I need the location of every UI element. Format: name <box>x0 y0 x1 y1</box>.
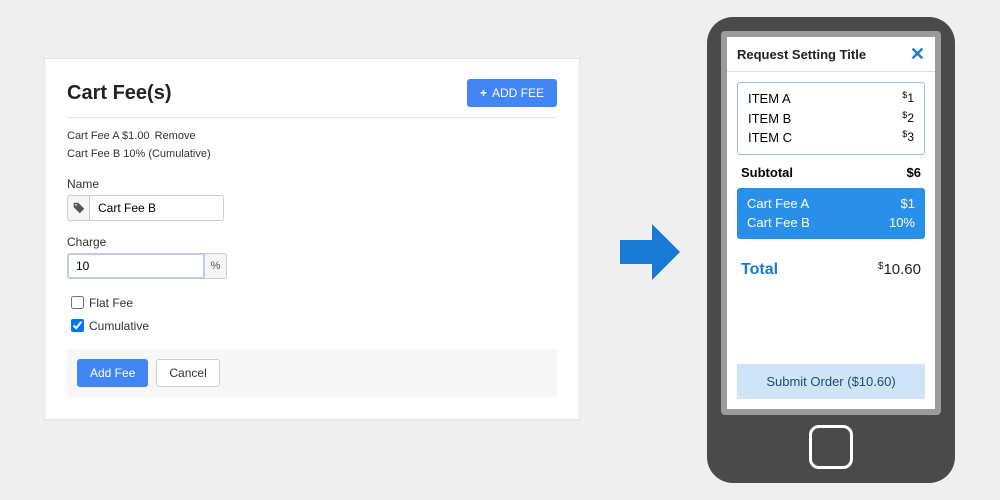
fee-name: Cart Fee B <box>747 213 810 233</box>
phone-screen: Request Setting Title ✕ ITEM A $1 ITEM B… <box>721 31 941 415</box>
fee-list-item: Cart Fee A $1.00 Remove <box>67 128 557 146</box>
phone-frame: Request Setting Title ✕ ITEM A $1 ITEM B… <box>707 17 955 483</box>
fee-list-item: Cart Fee B 10% (Cumulative) <box>67 146 557 164</box>
total-value: $10.60 <box>878 261 921 278</box>
cumulative-checkbox[interactable] <box>71 319 84 332</box>
order-item: ITEM C $3 <box>748 128 914 148</box>
subtotal-label: Subtotal <box>741 165 793 180</box>
items-box: ITEM A $1 ITEM B $2 ITEM C $3 <box>737 82 925 155</box>
percent-addon: % <box>205 253 227 279</box>
arrow-icon <box>620 224 680 280</box>
fee-charge-input[interactable] <box>67 253 205 279</box>
panel-title: Cart Fee(s) <box>67 82 171 105</box>
sheet-body: ITEM A $1 ITEM B $2 ITEM C $3 Subtotal $… <box>727 72 935 409</box>
name-input-group <box>67 195 557 221</box>
panel-header: Cart Fee(s) + ADD FEE <box>67 79 557 107</box>
phone-home-button[interactable] <box>809 425 853 469</box>
fee-text: Cart Fee B 10% (Cumulative) <box>67 148 211 160</box>
fee-name: Cart Fee A <box>747 194 809 214</box>
existing-fees-list: Cart Fee A $1.00 Remove Cart Fee B 10% (… <box>67 128 557 163</box>
fee-row: Cart Fee B 10% <box>747 213 915 233</box>
fee-row: Cart Fee A $1 <box>747 194 915 214</box>
add-fee-top-label: ADD FEE <box>492 86 544 100</box>
plus-icon: + <box>480 86 487 100</box>
sheet-header: Request Setting Title ✕ <box>727 37 935 72</box>
charge-input-group: % <box>67 253 557 279</box>
subtotal-value: $6 <box>907 165 921 180</box>
fee-amount: 10% <box>889 213 915 233</box>
cancel-button[interactable]: Cancel <box>156 359 219 387</box>
charge-label: Charge <box>67 235 557 249</box>
order-sheet: Request Setting Title ✕ ITEM A $1 ITEM B… <box>727 37 935 409</box>
cumulative-option[interactable]: Cumulative <box>67 316 557 335</box>
fee-name-input[interactable] <box>89 195 224 221</box>
cart-fees-panel: Cart Fee(s) + ADD FEE Cart Fee A $1.00 R… <box>44 58 580 420</box>
submit-order-label: Submit Order ($10.60) <box>766 374 895 389</box>
order-item: ITEM B $2 <box>748 109 914 129</box>
remove-fee-link[interactable]: Remove <box>155 130 196 142</box>
item-name: ITEM C <box>748 128 792 148</box>
item-name: ITEM B <box>748 109 791 129</box>
divider <box>67 117 557 118</box>
add-fee-submit-button[interactable]: Add Fee <box>77 359 148 387</box>
total-label: Total <box>741 261 778 279</box>
flat-fee-label: Flat Fee <box>89 296 133 310</box>
order-item: ITEM A $1 <box>748 89 914 109</box>
flat-fee-option[interactable]: Flat Fee <box>67 293 557 312</box>
fee-amount: $1 <box>901 194 915 214</box>
submit-order-button[interactable]: Submit Order ($10.60) <box>737 364 925 399</box>
item-price: $3 <box>902 128 914 148</box>
flat-fee-checkbox[interactable] <box>71 296 84 309</box>
add-fee-top-button[interactable]: + ADD FEE <box>467 79 557 107</box>
subtotal-row: Subtotal $6 <box>741 165 921 180</box>
item-name: ITEM A <box>748 89 791 109</box>
form-actions: Add Fee Cancel <box>67 349 557 397</box>
tag-icon <box>67 195 89 221</box>
cancel-label: Cancel <box>169 366 206 380</box>
cumulative-label: Cumulative <box>89 319 149 333</box>
item-price: $1 <box>902 89 914 109</box>
item-price: $2 <box>902 109 914 129</box>
add-fee-submit-label: Add Fee <box>90 366 135 380</box>
fees-box: Cart Fee A $1 Cart Fee B 10% <box>737 188 925 239</box>
close-icon[interactable]: ✕ <box>910 45 925 63</box>
fee-text: Cart Fee A $1.00 <box>67 130 150 142</box>
name-label: Name <box>67 177 557 191</box>
total-row: Total $10.60 <box>741 261 921 279</box>
sheet-title: Request Setting Title <box>737 47 866 62</box>
